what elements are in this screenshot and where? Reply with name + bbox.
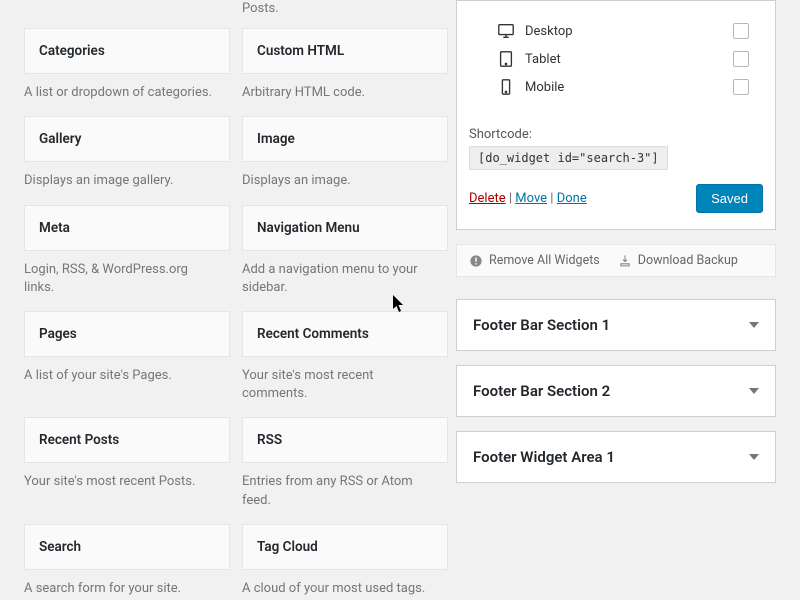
chevron-down-icon xyxy=(749,322,759,328)
widget-action-links: Delete | Move | Done xyxy=(469,191,587,206)
widget-recent-comments[interactable]: Recent Comments xyxy=(242,311,448,357)
warning-icon xyxy=(469,254,483,268)
widget-categories[interactable]: Categories xyxy=(24,28,230,74)
widget-desc: Add a navigation menu to your sidebar. xyxy=(242,251,448,311)
widget-area-footer-widget-1[interactable]: Footer Widget Area 1 xyxy=(456,431,776,483)
widget-desc: A search form for your site. xyxy=(24,570,230,600)
download-backup[interactable]: Download Backup xyxy=(618,253,738,268)
checkbox-mobile[interactable] xyxy=(733,79,749,95)
widget-navigation-menu[interactable]: Navigation Menu xyxy=(242,205,448,251)
widget-image[interactable]: Image xyxy=(242,116,448,162)
sidebar-footer-actions: Remove All Widgets Download Backup xyxy=(456,244,776,277)
remove-all-label: Remove All Widgets xyxy=(489,253,600,268)
option-desktop: Desktop xyxy=(497,17,749,45)
option-mobile: Mobile xyxy=(497,73,749,101)
desktop-icon xyxy=(497,22,515,40)
delete-link[interactable]: Delete xyxy=(469,191,506,206)
area-title: Footer Widget Area 1 xyxy=(473,448,615,466)
widget-desc: Login, RSS, & WordPress.org links. xyxy=(24,251,230,311)
checkbox-tablet[interactable] xyxy=(733,51,749,67)
widget-desc: Your site's most recent Posts. xyxy=(24,463,230,505)
move-link[interactable]: Move xyxy=(515,191,547,206)
download-label: Download Backup xyxy=(638,253,738,268)
mobile-icon xyxy=(497,78,515,96)
widget-tag-cloud[interactable]: Tag Cloud xyxy=(242,524,448,570)
widget-settings-panel: Desktop Tablet xyxy=(456,0,776,230)
chevron-down-icon xyxy=(749,454,759,460)
tablet-icon xyxy=(497,50,515,68)
option-label: Desktop xyxy=(525,24,573,39)
widget-meta[interactable]: Meta xyxy=(24,205,230,251)
widget-desc: A list or dropdown of categories. xyxy=(24,74,230,116)
chevron-down-icon xyxy=(749,388,759,394)
widget-desc: A cloud of your most used tags. xyxy=(242,570,448,600)
widget-desc: Arbitrary HTML code. xyxy=(242,74,448,116)
widget-desc-partial: Posts. xyxy=(242,0,448,28)
widget-desc: Your site's most recent comments. xyxy=(242,357,448,417)
widget-desc: Entries from any RSS or Atom feed. xyxy=(242,463,448,523)
shortcode-label: Shortcode: xyxy=(469,127,763,142)
widget-desc: Displays an image. xyxy=(242,162,448,204)
area-title: Footer Bar Section 1 xyxy=(473,316,610,334)
checkbox-desktop[interactable] xyxy=(733,23,749,39)
download-icon xyxy=(618,254,632,268)
widget-area-footer-bar-1[interactable]: Footer Bar Section 1 xyxy=(456,299,776,351)
option-label: Tablet xyxy=(525,52,561,67)
widget-rss[interactable]: RSS xyxy=(242,417,448,463)
shortcode-value[interactable]: [do_widget id="search-3"] xyxy=(469,146,668,170)
widget-desc: A list of your site's Pages. xyxy=(24,357,230,399)
option-label: Mobile xyxy=(525,80,564,95)
device-visibility-group: Desktop Tablet xyxy=(469,5,763,115)
widget-area-footer-bar-2[interactable]: Footer Bar Section 2 xyxy=(456,365,776,417)
widget-gallery[interactable]: Gallery xyxy=(24,116,230,162)
done-link[interactable]: Done xyxy=(557,191,587,206)
option-tablet: Tablet xyxy=(497,45,749,73)
remove-all-widgets[interactable]: Remove All Widgets xyxy=(469,253,600,268)
widget-search[interactable]: Search xyxy=(24,524,230,570)
area-title: Footer Bar Section 2 xyxy=(473,382,610,400)
widget-desc: Displays an image gallery. xyxy=(24,162,230,204)
saved-button[interactable]: Saved xyxy=(696,184,763,213)
widget-recent-posts[interactable]: Recent Posts xyxy=(24,417,230,463)
widget-custom-html[interactable]: Custom HTML xyxy=(242,28,448,74)
widget-pages[interactable]: Pages xyxy=(24,311,230,357)
